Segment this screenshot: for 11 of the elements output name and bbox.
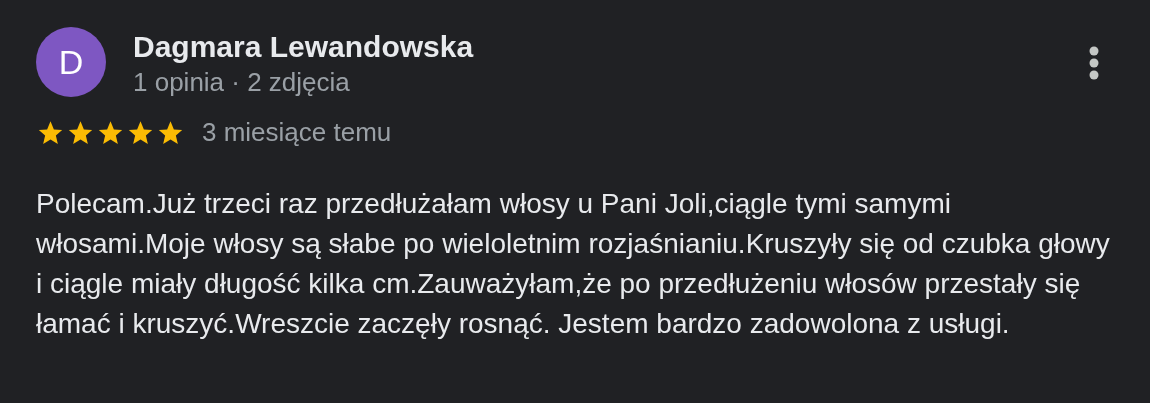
star-icon: [126, 118, 155, 147]
star-icon: [156, 118, 185, 147]
author-meta: 1 opinia · 2 zdjęcia: [133, 66, 351, 99]
star-icon: [96, 118, 125, 147]
author-name[interactable]: Dagmara Lewandowska: [133, 29, 474, 65]
review-time: 3 miesiące temu: [202, 116, 392, 149]
review-text: Polecam.Już trzeci raz przedłużałam włosy u Pani Joli,ciągle tymi samymi włosami.Moje włosy są słabe po wieloletnim rozjaśnianiu.Kruszyły się od czubka głowy i ciągle miały długość kilka cm.Zauważyłam,że po przedłużeniu włosów przestały się łamać i kruszyć.Wreszcie zaczęły rosnąć. Jestem bardzo zadowolona z usługi.: [36, 187, 1111, 341]
more-icon: [1088, 46, 1100, 80]
star-icon: [36, 118, 65, 147]
avatar: D: [36, 27, 106, 97]
star-icon: [66, 118, 95, 147]
